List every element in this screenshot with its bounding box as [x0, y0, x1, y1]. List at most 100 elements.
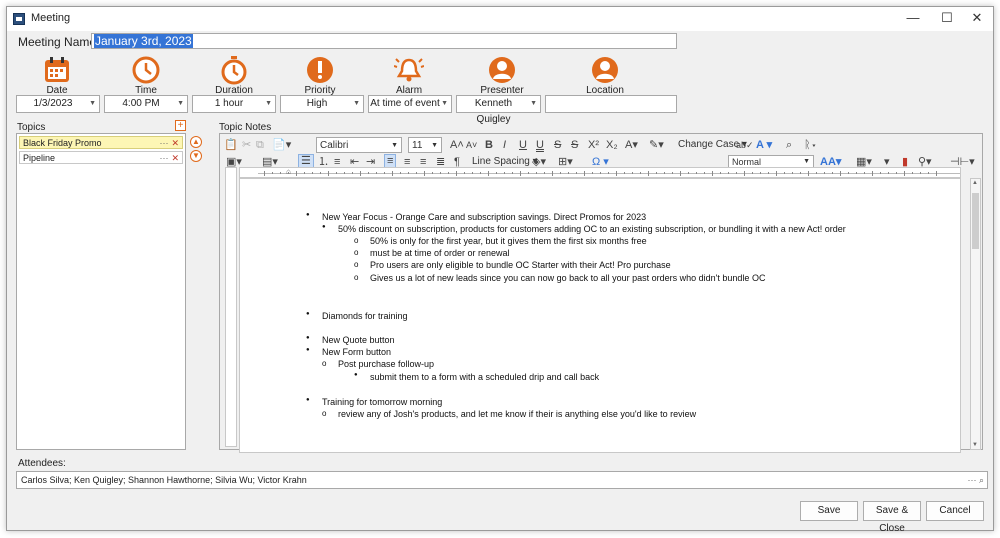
ruler-tick: [704, 172, 705, 174]
cancel-button[interactable]: Cancel: [926, 501, 984, 521]
meeting-name-input[interactable]: January 3rd, 2023: [91, 33, 677, 49]
move-up-icon[interactable]: ▲: [190, 136, 202, 148]
font-select[interactable]: Calibri ▼: [316, 137, 402, 153]
document-page[interactable]: ● New Year Focus - Orange Care and subscr…: [239, 178, 961, 453]
replace-icon[interactable]: ᚱ▾: [804, 137, 817, 153]
topics-list: Black Friday Promo ··· ✕ Pipeline ··· ✕: [16, 133, 186, 450]
bullet-icon: ●: [306, 335, 310, 341]
ruler-tick: [648, 171, 649, 176]
add-topic-button[interactable]: +: [175, 120, 186, 131]
paste-icon[interactable]: 📋: [224, 137, 238, 153]
minimize-button[interactable]: —: [895, 7, 931, 31]
duration-select[interactable]: 1 hour ▼: [192, 95, 276, 113]
more-icon[interactable]: ···: [159, 138, 168, 148]
ruler-tick: [840, 171, 841, 176]
app-icon: [13, 13, 25, 25]
ruler-tick: [544, 172, 545, 174]
ruler-tick: [872, 171, 873, 176]
highlight-icon[interactable]: ✎▾: [649, 137, 664, 153]
ruler-tick: [560, 172, 561, 174]
grow-font-icon[interactable]: A˄: [450, 137, 464, 153]
topic-item[interactable]: Pipeline ··· ✕: [19, 151, 183, 164]
chevron-down-icon: ▼: [353, 100, 360, 107]
cut-icon[interactable]: ✂: [242, 137, 251, 153]
document-line: New Form button: [322, 347, 392, 357]
priority-select[interactable]: High ▼: [280, 95, 364, 113]
ruler-tick: [568, 172, 569, 174]
ruler-tick: [416, 172, 417, 174]
ruler-tick: [512, 172, 513, 174]
scrollbar-thumb[interactable]: [972, 193, 979, 249]
ruler-tick: [392, 171, 393, 176]
document-line: New Quote button: [322, 335, 395, 345]
ruler-tick: [688, 172, 689, 174]
scroll-down-icon[interactable]: ▼: [972, 442, 978, 448]
ruler-tick: [400, 172, 401, 174]
time-picker[interactable]: 4:00 PM ▼: [104, 95, 188, 113]
spellcheck-icon[interactable]: ab✓: [736, 137, 754, 153]
bullet-icon: o: [322, 409, 327, 418]
topic-item[interactable]: Black Friday Promo ··· ✕: [19, 136, 183, 149]
ruler-tick: [720, 172, 721, 174]
font-size-select[interactable]: 11 ▼: [408, 137, 442, 153]
ruler-tick: [456, 171, 457, 176]
text-style-icon[interactable]: A ▾: [756, 137, 772, 153]
double-strikethrough-icon[interactable]: S: [571, 137, 578, 153]
ruler-tick: [632, 172, 633, 174]
strikethrough-icon[interactable]: S: [554, 137, 561, 153]
ruler-tick: [328, 171, 329, 176]
ruler-tick: [320, 172, 321, 174]
ruler-tick: [640, 172, 641, 174]
bold-icon[interactable]: B: [485, 137, 493, 153]
shrink-font-icon[interactable]: A˅: [466, 137, 477, 153]
remove-topic-icon[interactable]: ✕: [171, 138, 179, 148]
attendees-lookup-icon[interactable]: ··· ⌕: [967, 472, 984, 488]
double-underline-icon[interactable]: U: [536, 137, 544, 153]
italic-icon[interactable]: I: [503, 137, 506, 153]
close-button[interactable]: ✕: [959, 7, 995, 31]
ruler-tick: [376, 172, 377, 174]
date-picker[interactable]: 1/3/2023 ▼: [16, 95, 100, 113]
find-icon[interactable]: ⌕: [786, 137, 792, 153]
move-down-icon[interactable]: ▼: [190, 150, 202, 162]
horizontal-ruler[interactable]: ⌂: [239, 167, 961, 178]
ruler-tick: [816, 172, 817, 174]
ruler-tick: [792, 172, 793, 174]
ruler-tick: [264, 171, 265, 176]
font-color-icon[interactable]: A▾: [625, 137, 638, 153]
document-line: Diamonds for training: [322, 311, 408, 321]
ruler-tick: [928, 172, 929, 174]
save-close-button[interactable]: Save & Close: [863, 501, 921, 534]
underline-icon[interactable]: U: [519, 137, 527, 153]
ruler-tick: [856, 172, 857, 174]
scroll-up-icon[interactable]: ▲: [972, 180, 978, 186]
attendees-field[interactable]: Carlos Silva; Ken Quigley; Shannon Hawth…: [16, 471, 988, 489]
location-input[interactable]: [545, 95, 677, 113]
vertical-scrollbar[interactable]: ▲ ▼: [970, 178, 981, 450]
ruler-tick: [472, 172, 473, 174]
font-size-value: 11: [412, 140, 423, 151]
more-icon[interactable]: ···: [159, 153, 168, 163]
ruler-tick: [296, 171, 297, 176]
ruler-tick: [712, 171, 713, 176]
subscript-icon[interactable]: X₂: [606, 137, 618, 153]
ruler-tick: [496, 172, 497, 174]
ruler-tick: [784, 172, 785, 174]
superscript-icon[interactable]: X²: [588, 137, 599, 153]
title-bar: Meeting — ☐ ✕: [7, 7, 993, 31]
ruler-tick: [464, 172, 465, 174]
remove-topic-icon[interactable]: ✕: [171, 153, 179, 163]
save-button[interactable]: Save: [800, 501, 858, 521]
ruler-tick: [528, 172, 529, 174]
presenter-select[interactable]: Kenneth Quigley ▼: [456, 95, 541, 125]
alarm-select[interactable]: At time of event ▼: [368, 95, 452, 113]
ruler-tick: [912, 172, 913, 174]
presenter-value: Kenneth Quigley: [474, 98, 513, 125]
ruler-tick: [888, 172, 889, 174]
ruler-tick: [312, 172, 313, 174]
meeting-name-label: Meeting Name:: [18, 35, 100, 49]
copy-icon[interactable]: ⧉: [256, 137, 264, 153]
person-icon: [489, 57, 515, 83]
ruler-tick: [752, 172, 753, 174]
paste-options-icon[interactable]: 📄▾: [272, 137, 291, 153]
